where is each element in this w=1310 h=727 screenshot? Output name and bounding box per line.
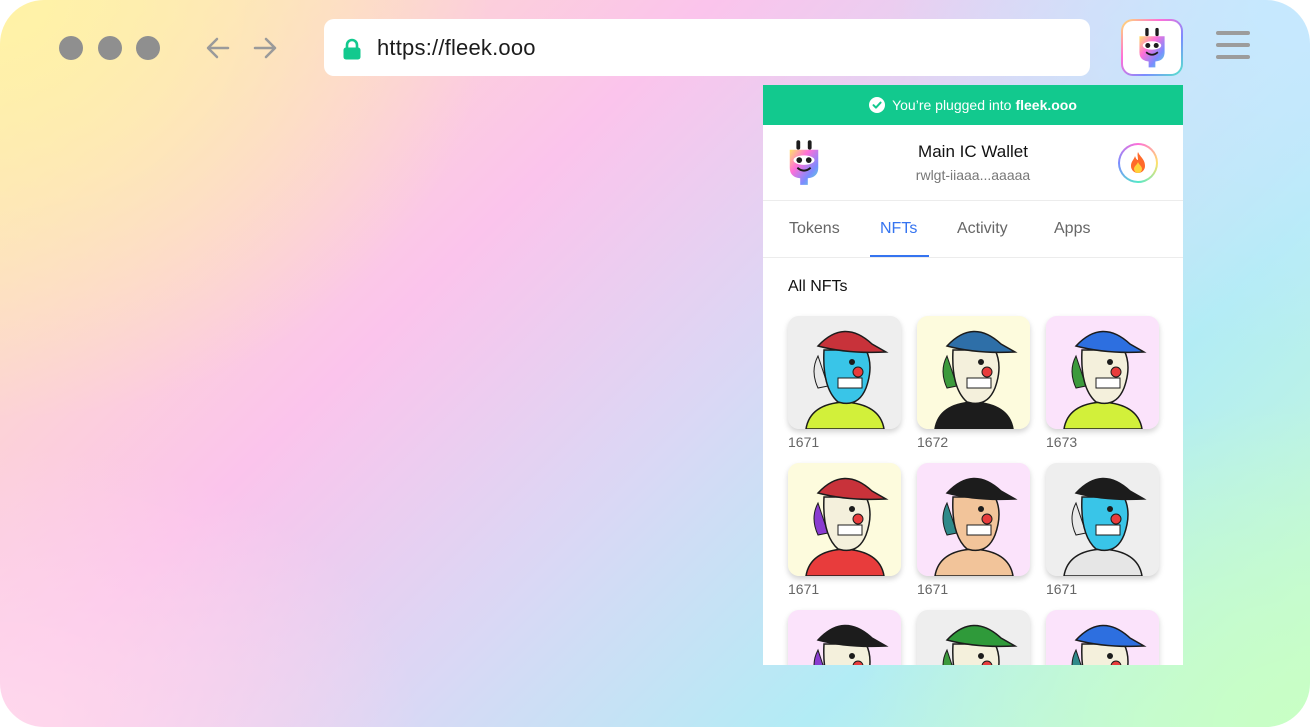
nft-item[interactable]: 1672 <box>917 316 1030 450</box>
profile-avatar-button[interactable] <box>1118 143 1158 183</box>
window-close-dot[interactable] <box>59 36 83 60</box>
check-circle-icon <box>869 97 886 113</box>
nft-id: 1671 <box>788 581 820 597</box>
window-maximize-dot[interactable] <box>136 36 160 60</box>
nft-item[interactable]: 1671 <box>917 463 1030 597</box>
hamburger-menu-icon[interactable] <box>1216 31 1250 61</box>
section-title: All NFTs <box>788 278 848 295</box>
nft-id: 1671 <box>917 581 949 597</box>
nft-item[interactable] <box>1046 610 1159 665</box>
nft-thumbnail[interactable] <box>1046 463 1159 576</box>
arrow-left-icon[interactable] <box>203 33 233 63</box>
active-tab-indicator <box>870 255 929 257</box>
nft-id: 1672 <box>917 434 949 450</box>
nft-id: 1671 <box>788 434 820 450</box>
nft-artwork <box>917 610 1030 665</box>
nft-thumbnail[interactable] <box>1046 610 1159 665</box>
nft-thumbnail[interactable] <box>788 316 901 429</box>
nft-item[interactable]: 1671 <box>788 463 901 597</box>
browser-window: https://fleek.ooo You’re plugged into fl… <box>0 0 1310 727</box>
plug-extension-button[interactable] <box>1121 19 1183 76</box>
nft-artwork <box>1046 610 1159 665</box>
nft-artwork <box>1046 316 1159 429</box>
nft-item[interactable] <box>917 610 1030 665</box>
banner-text: You’re plugged into <box>892 97 1012 113</box>
nft-item[interactable] <box>788 610 901 665</box>
nft-artwork <box>788 316 901 429</box>
arrow-right-icon[interactable] <box>250 33 280 63</box>
nft-item[interactable]: 1673 <box>1046 316 1159 450</box>
nft-thumbnail[interactable] <box>917 610 1030 665</box>
banner-site: fleek.ooo <box>1015 97 1077 113</box>
nft-artwork <box>1046 463 1159 576</box>
tab-nfts[interactable]: NFTs <box>880 220 917 238</box>
nft-thumbnail[interactable] <box>917 463 1030 576</box>
tab-activity[interactable]: Activity <box>957 220 1008 238</box>
plug-logo-icon <box>1139 27 1165 68</box>
connection-banner: You’re plugged into fleek.ooo <box>763 85 1183 125</box>
nft-id: 1673 <box>1046 434 1078 450</box>
nft-item[interactable]: 1671 <box>1046 463 1159 597</box>
lock-icon <box>343 38 361 60</box>
nft-thumbnail[interactable] <box>788 463 901 576</box>
tab-tokens[interactable]: Tokens <box>789 220 840 238</box>
nft-id: 1671 <box>1046 581 1078 597</box>
nft-item[interactable]: 1671 <box>788 316 901 450</box>
window-minimize-dot[interactable] <box>98 36 122 60</box>
nft-thumbnail[interactable] <box>788 610 901 665</box>
wallet-header: Main IC Wallet rwlgt-iiaaa...aaaaa <box>763 125 1183 201</box>
plug-wallet-popup: You’re plugged into fleek.ooo Main IC Wa… <box>763 85 1183 665</box>
nft-artwork <box>788 610 901 665</box>
nft-thumbnail[interactable] <box>1046 316 1159 429</box>
tab-apps[interactable]: Apps <box>1054 220 1090 238</box>
fire-icon <box>1131 152 1145 173</box>
nft-artwork <box>917 463 1030 576</box>
nft-artwork <box>917 316 1030 429</box>
nft-thumbnail[interactable] <box>917 316 1030 429</box>
url-text: https://fleek.ooo <box>377 35 536 60</box>
address-bar[interactable]: https://fleek.ooo <box>324 19 1090 76</box>
wallet-tabs: Tokens NFTs Activity Apps <box>763 201 1183 258</box>
nft-artwork <box>788 463 901 576</box>
